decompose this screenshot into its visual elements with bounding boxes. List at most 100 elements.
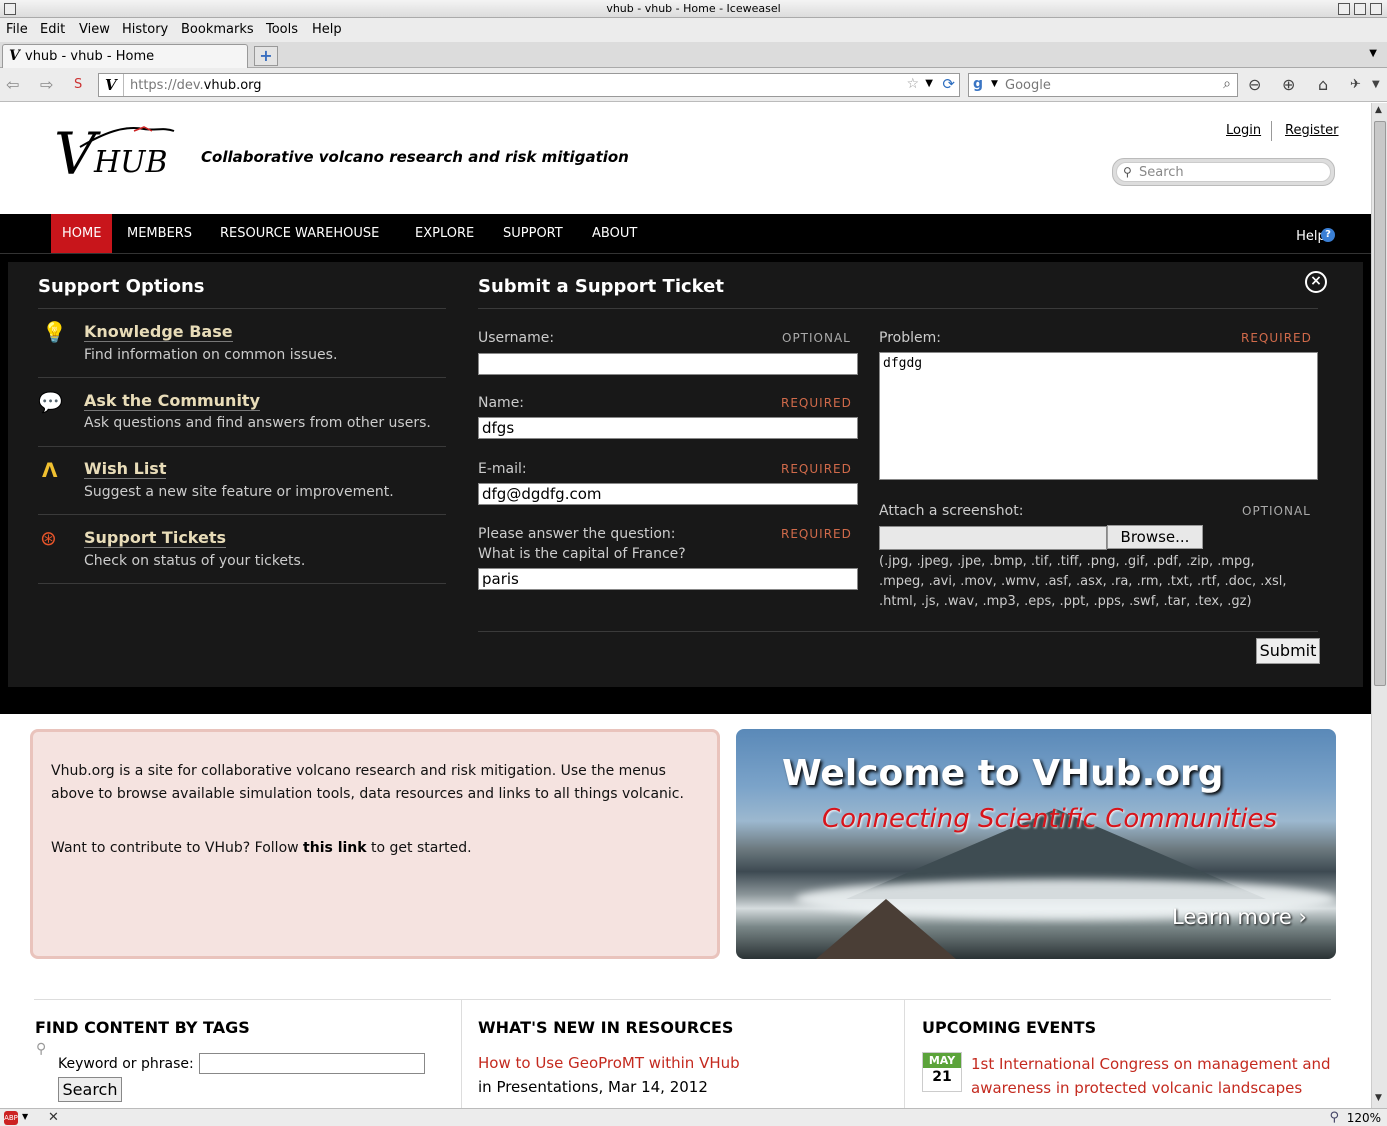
contribute-link[interactable]: this link	[303, 840, 367, 856]
menu-history[interactable]: History	[122, 22, 168, 37]
minimize-icon[interactable]	[1338, 3, 1350, 15]
adblock-icon[interactable]: ABP	[4, 1111, 18, 1125]
addon-icon[interactable]: ✈	[1350, 77, 1361, 92]
scroll-up-icon[interactable]: ▲	[1375, 105, 1382, 115]
event-month: MAY	[923, 1053, 961, 1068]
site-search-input[interactable]: ⚲ Search	[1116, 162, 1331, 182]
menu-file[interactable]: File	[6, 22, 28, 37]
screenshot-file-field[interactable]	[879, 526, 1107, 550]
close-panel-icon[interactable]: ×	[1305, 271, 1327, 293]
maximize-icon[interactable]	[1354, 3, 1366, 15]
support-tickets-link[interactable]: Support Tickets	[84, 528, 227, 548]
url-bar[interactable]: V https://dev.vhub.org ☆ ▼ ⟳	[98, 73, 960, 97]
learn-more-link[interactable]: Learn more ›	[1172, 905, 1307, 929]
captcha-answer-field[interactable]: paris	[478, 568, 858, 590]
close-window-icon[interactable]	[1370, 3, 1382, 15]
adblock-dropdown-icon[interactable]: ▼	[22, 1112, 28, 1121]
username-field[interactable]	[478, 353, 858, 375]
search-engine-box[interactable]: g ▼ Google ⌕	[968, 73, 1238, 97]
help-question-icon[interactable]: ?	[1321, 228, 1335, 242]
submit-button[interactable]: Submit	[1256, 638, 1320, 664]
zoom-in-icon[interactable]: ⊕	[1282, 75, 1295, 94]
status-bar: ABP ▼ ✕ ⚲ 120%	[0, 1108, 1387, 1126]
url-history-dropdown-icon[interactable]: ▼	[925, 78, 933, 89]
contribute-text: Want to contribute to VHub? Follow this …	[51, 840, 472, 856]
menu-view[interactable]: View	[79, 22, 110, 37]
screenshot-label: Attach a screenshot:	[879, 503, 1024, 519]
knowledge-base-desc: Find information on common issues.	[84, 347, 338, 363]
banner-title: Welcome to VHub.org	[782, 753, 1224, 794]
menu-bar: File Edit View History Bookmarks Tools H…	[0, 18, 1387, 42]
back-icon[interactable]: ⇦	[6, 75, 19, 94]
bookmark-star-icon[interactable]: ☆	[906, 76, 919, 92]
lifebuoy-icon: ⊛	[40, 526, 57, 550]
tab-list-icon[interactable]: ▼	[1369, 48, 1377, 59]
tag-search-button[interactable]: Search	[58, 1077, 122, 1102]
username-label: Username:	[478, 330, 555, 346]
menu-edit[interactable]: Edit	[40, 22, 65, 37]
menu-help[interactable]: Help	[312, 22, 342, 37]
problem-required-tag: REQUIRED	[1241, 331, 1312, 345]
tab-vhub-home[interactable]: V vhub - vhub - Home	[2, 44, 248, 68]
scroll-down-icon[interactable]: ▼	[1375, 1093, 1382, 1103]
name-field[interactable]: dfgs	[478, 417, 858, 439]
ask-community-desc: Ask questions and find answers from othe…	[84, 415, 431, 431]
nav-resource-warehouse[interactable]: RESOURCE WAREHOUSE	[209, 214, 390, 253]
menu-bookmarks[interactable]: Bookmarks	[181, 22, 254, 37]
cinder-cone-shape	[816, 899, 956, 959]
submit-ticket-title: Submit a Support Ticket	[478, 276, 724, 297]
url-text: https://dev.vhub.org	[130, 78, 262, 93]
logo-v: V	[54, 120, 96, 188]
email-field[interactable]: dfg@dgdfg.com	[478, 483, 858, 505]
nav-home[interactable]: HOME	[51, 214, 113, 253]
login-divider	[1271, 121, 1272, 141]
wish-list-desc: Suggest a new site feature or improvemen…	[84, 484, 394, 500]
problem-textarea[interactable]: dfgdg	[879, 352, 1318, 480]
scrollbar-thumb[interactable]	[1374, 121, 1386, 686]
toolbar-overflow-icon[interactable]: ▼	[1372, 79, 1380, 90]
intro-text: Vhub.org is a site for collaborative vol…	[51, 763, 684, 802]
wish-list-link[interactable]: Wish List	[84, 459, 167, 479]
site-search[interactable]: ⚲ Search	[1112, 158, 1335, 186]
tab-bar: V vhub - vhub - Home + ▼	[0, 42, 1387, 68]
welcome-banner[interactable]: Welcome to VHub.org Connecting Scientifi…	[736, 729, 1336, 959]
nav-support[interactable]: SUPPORT	[492, 214, 574, 253]
reload-icon[interactable]: ⟳	[942, 75, 955, 93]
window-title: vhub - vhub - Home - Iceweasel	[606, 2, 781, 15]
zoom-out-icon[interactable]: ⊖	[1248, 75, 1261, 94]
divider	[38, 583, 446, 584]
divider	[38, 308, 446, 309]
resource-link[interactable]: How to Use GeoProMT within VHub	[478, 1054, 740, 1072]
register-link[interactable]: Register	[1285, 123, 1339, 138]
keyword-label: Keyword or phrase:	[58, 1056, 194, 1072]
nav-about[interactable]: ABOUT	[581, 214, 648, 253]
divider	[478, 631, 1318, 632]
new-tab-button[interactable]: +	[254, 46, 278, 66]
keyword-input[interactable]	[199, 1053, 425, 1074]
noscript-icon[interactable]: S	[74, 77, 82, 92]
zoom-level: 120%	[1346, 1111, 1381, 1125]
event-link[interactable]: 1st International Congress on management…	[971, 1052, 1331, 1100]
search-go-icon[interactable]: ⌕	[1223, 76, 1231, 92]
site-identity-icon: V	[105, 76, 117, 94]
window-titlebar: vhub - vhub - Home - Iceweasel	[0, 0, 1387, 18]
google-icon[interactable]: g	[973, 76, 983, 92]
question-label: Please answer the question:	[478, 526, 676, 542]
event-day: 21	[932, 1069, 952, 1085]
nav-explore[interactable]: EXPLORE	[404, 214, 485, 253]
home-icon[interactable]: ⌂	[1318, 75, 1328, 94]
engine-dropdown-icon[interactable]: ▼	[991, 79, 998, 89]
tags-heading: FIND CONTENT BY TAGS	[35, 1018, 250, 1037]
nav-members[interactable]: MEMBERS	[116, 214, 203, 253]
close-addon-bar-icon[interactable]: ✕	[48, 1110, 59, 1125]
login-link[interactable]: Login	[1226, 123, 1261, 138]
intro-box: Vhub.org is a site for collaborative vol…	[30, 729, 720, 959]
forward-icon[interactable]: ⇨	[40, 75, 53, 94]
vertical-scrollbar[interactable]: ▲ ▼	[1371, 103, 1387, 1108]
vhub-logo[interactable]: V HUB	[54, 123, 178, 193]
knowledge-base-link[interactable]: Knowledge Base	[84, 322, 233, 342]
menu-tools[interactable]: Tools	[266, 22, 298, 37]
browse-button[interactable]: Browse...	[1107, 525, 1203, 549]
name-label: Name:	[478, 395, 525, 411]
ask-community-link[interactable]: Ask the Community	[84, 391, 260, 411]
